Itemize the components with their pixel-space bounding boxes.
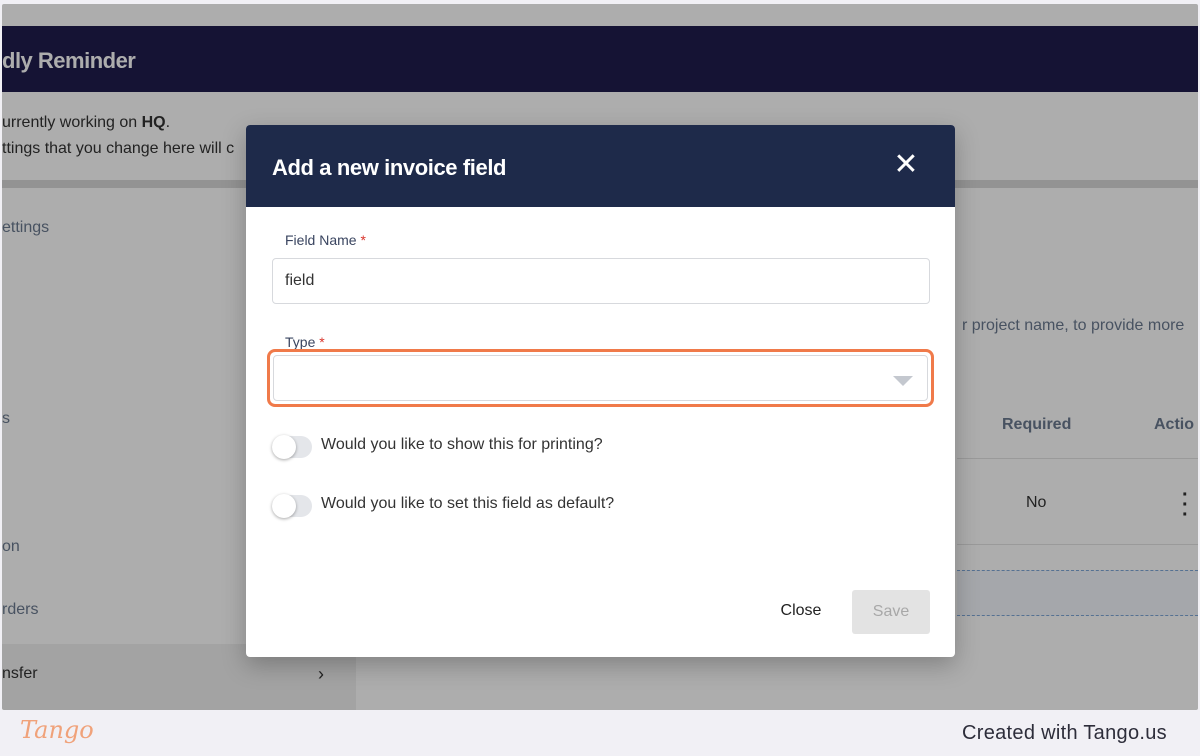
required-marker: * [319, 334, 325, 350]
screenshot: dly Reminder urrently working on HQ. tti… [2, 4, 1198, 710]
field-name-input[interactable] [272, 258, 930, 304]
type-label: Type * [285, 334, 325, 350]
print-toggle-label: Would you like to show this for printing… [321, 436, 603, 453]
field-name-label: Field Name * [285, 232, 366, 248]
dialog-header: Add a new invoice field ✕ [246, 125, 955, 207]
print-toggle[interactable] [272, 435, 312, 459]
tango-frame: dly Reminder urrently working on HQ. tti… [0, 0, 1200, 756]
toggle-knob [272, 494, 296, 518]
type-select[interactable] [273, 355, 928, 401]
dialog-title: Add a new invoice field [272, 155, 507, 180]
close-button[interactable]: Close [762, 591, 840, 631]
tango-logo: Tango [20, 716, 94, 744]
chevron-down-icon [893, 376, 913, 386]
default-toggle[interactable] [272, 494, 312, 518]
tango-credit: Created with Tango.us [962, 722, 1167, 744]
save-button[interactable]: Save [852, 590, 930, 634]
default-toggle-label: Would you like to set this field as defa… [321, 495, 615, 512]
add-invoice-field-dialog: Add a new invoice field ✕ Field Name * T… [246, 125, 955, 657]
close-icon[interactable]: ✕ [891, 150, 921, 181]
required-marker: * [360, 232, 366, 248]
toggle-knob [272, 435, 296, 459]
type-select-highlight [267, 349, 934, 407]
